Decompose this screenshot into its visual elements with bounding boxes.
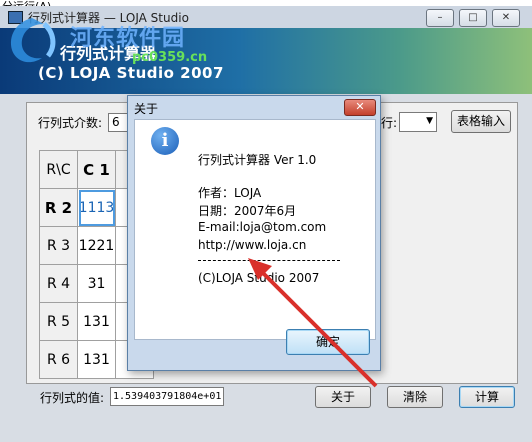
annotation-arrow-icon	[248, 258, 378, 388]
